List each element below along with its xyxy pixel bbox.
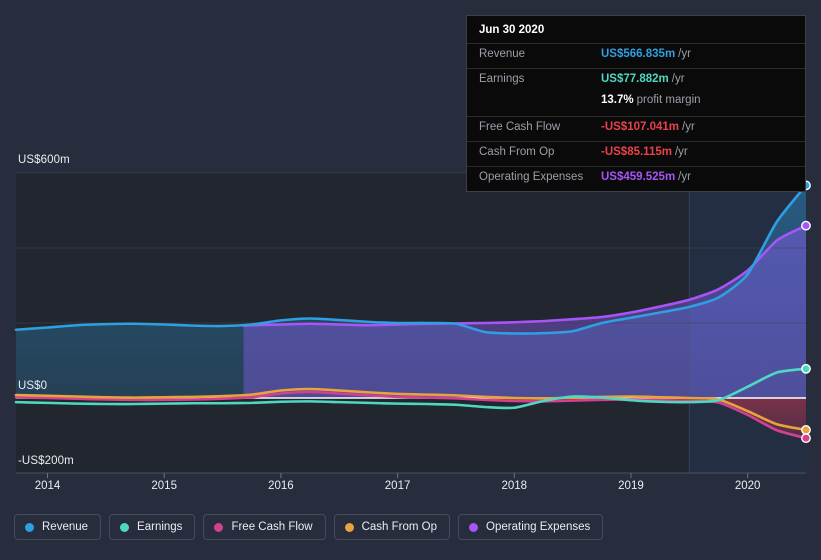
legend-item-label: Operating Expenses — [486, 521, 591, 533]
chart-legend[interactable]: Revenue Earnings Free Cash Flow Cash From O… — [14, 514, 604, 540]
x-axis-label-2020: 2020 — [734, 480, 761, 492]
tooltip-row-label: Operating Expenses — [479, 171, 584, 183]
x-axis-label-2014: 2014 — [34, 480, 61, 492]
tooltip-row-unit: /yr — [671, 73, 685, 85]
tooltip-row: 13.7% profit margin — [467, 93, 805, 116]
endpoint-marker — [801, 363, 811, 374]
chart-tooltip: Jun 30 2020 Revenue US$566.835m/yr Earning… — [466, 15, 806, 192]
legend-item-revenue[interactable]: Revenue — [14, 514, 102, 540]
legend-item-earnings[interactable]: Earnings — [109, 514, 196, 540]
tooltip-row-value: -US$107.041m — [601, 121, 679, 133]
tooltip-row-label: Revenue — [479, 48, 526, 60]
legend-color-dot-icon — [120, 522, 130, 532]
tooltip-row-value: 13.7% — [601, 94, 634, 106]
legend-item-free-cash-flow[interactable]: Free Cash Flow — [203, 514, 326, 540]
tooltip-row: Cash From Op -US$85.115m/yr — [467, 141, 805, 166]
tooltip-row-value: -US$85.115m — [601, 146, 672, 158]
x-axis-label-2016: 2016 — [268, 480, 294, 492]
legend-item-label: Earnings — [137, 521, 183, 533]
tooltip-row: Operating Expenses US$459.525m/yr — [467, 166, 805, 191]
endpoint-marker — [801, 433, 811, 444]
x-axis-label-2017: 2017 — [384, 480, 411, 492]
tooltip-row: Earnings US$77.882m/yr — [467, 68, 805, 93]
legend-color-dot-icon — [469, 522, 479, 532]
tooltip-row-label: Free Cash Flow — [479, 121, 561, 133]
tooltip-row: Free Cash Flow -US$107.041m/yr — [467, 116, 805, 141]
legend-item-label: Revenue — [42, 521, 89, 533]
financial-chart-page: US$600m US$0 -US$200m 2014 2015 2016 2017 20… — [0, 0, 821, 560]
tooltip-row-label: Cash From Op — [479, 146, 555, 158]
legend-item-operating-expenses[interactable]: Operating Expenses — [458, 514, 604, 540]
tooltip-row-unit: /yr — [678, 48, 691, 60]
tooltip-row-unit: /yr — [674, 146, 688, 158]
legend-item-label: Cash From Op — [361, 521, 438, 533]
legend-color-dot-icon — [214, 522, 224, 532]
x-axis-label-2019: 2019 — [618, 480, 644, 492]
tooltip-row-unit: /yr — [682, 121, 695, 133]
tooltip-row-label: Earnings — [479, 73, 525, 85]
legend-item-cash-from-op[interactable]: Cash From Op — [333, 514, 451, 540]
legend-color-dot-icon — [25, 522, 34, 532]
tooltip-date: Jun 30 2020 — [479, 24, 545, 36]
x-axis-label-2015: 2015 — [151, 480, 177, 492]
legend-item-label: Free Cash Flow — [231, 521, 313, 533]
tooltip-row-value: US$77.882m — [601, 73, 669, 85]
tooltip-row-value: US$459.525m — [601, 171, 676, 183]
x-axis-label-2018: 2018 — [501, 480, 528, 492]
tooltip-rows: Revenue US$566.835m/yr Earnings US$77.882m /… — [467, 43, 805, 191]
endpoint-marker — [801, 220, 811, 231]
legend-color-dot-icon — [344, 522, 354, 532]
tooltip-row-unit: /yr — [678, 171, 691, 183]
tooltip-row: Revenue US$566.835m/yr — [467, 43, 805, 68]
endpoint-marker — [801, 425, 811, 435]
tooltip-row-unit: profit margin — [636, 94, 701, 106]
tooltip-row-value: US$566.835m — [601, 48, 676, 60]
